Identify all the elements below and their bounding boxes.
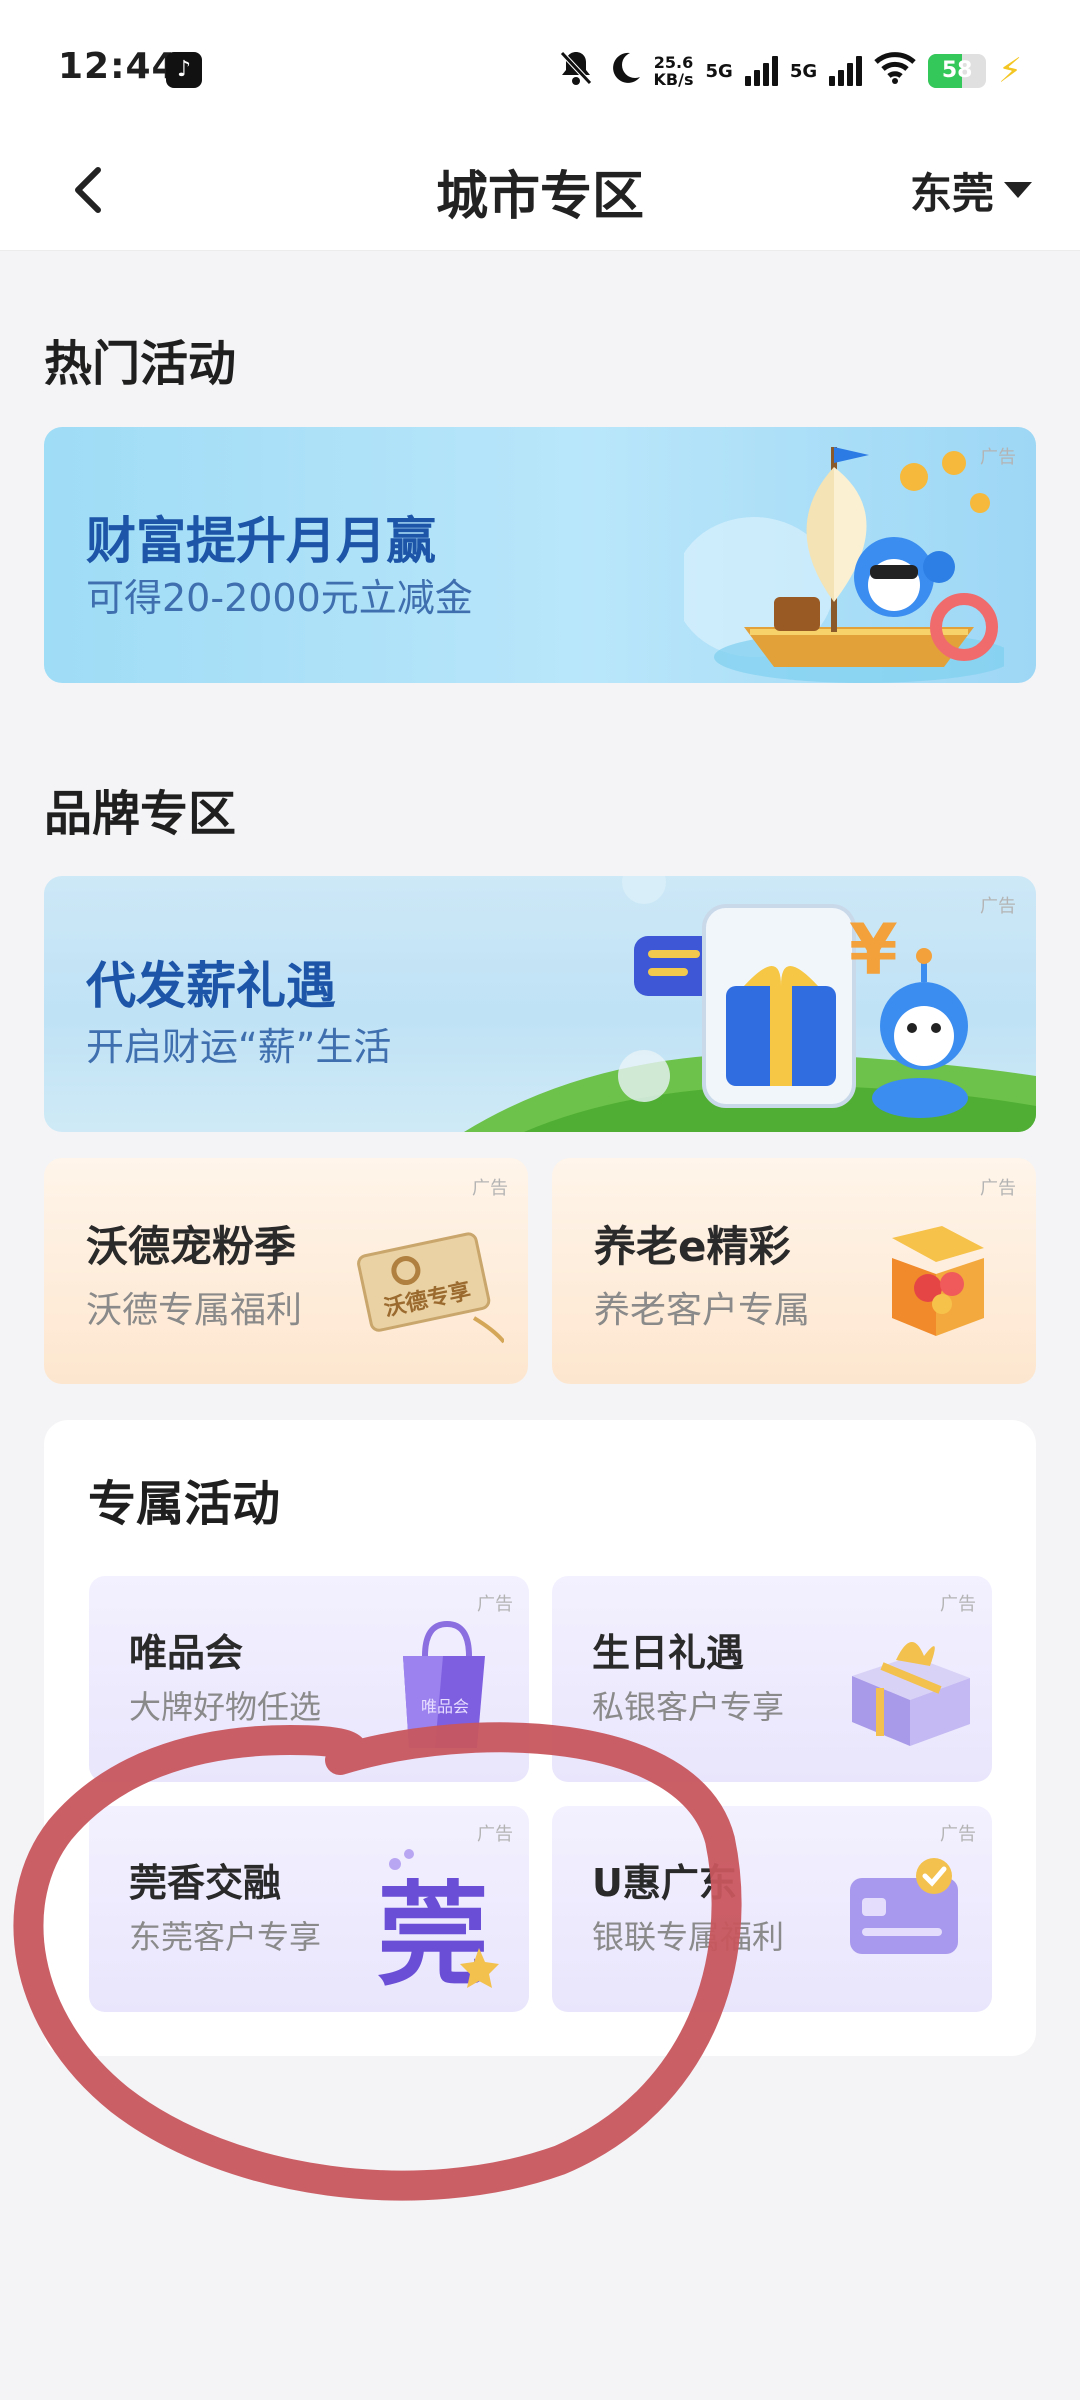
ad-tag: 广告 xyxy=(980,1178,1016,1199)
section-title-exclusive: 专属活动 xyxy=(88,1476,281,1532)
credit-card-icon xyxy=(850,1858,958,1954)
tiktok-notification-icon: ♪ xyxy=(166,52,202,88)
svg-text:¥: ¥ xyxy=(849,909,898,991)
payroll-banner[interactable]: 代发薪礼遇 开启财运“薪”生活 广告 ¥ xyxy=(44,876,1036,1132)
net-speed: 25.6 KB/s xyxy=(654,54,694,88)
tile-subtitle: 东莞客户专享 xyxy=(129,1918,322,1956)
tile-title: 生日礼遇 xyxy=(592,1631,745,1675)
tile-title: 唯品会 xyxy=(129,1631,244,1675)
signal-bars-1-icon xyxy=(744,56,778,86)
bell-muted-icon xyxy=(558,49,594,94)
tile-title: 莞香交融 xyxy=(129,1861,282,1905)
section-title-brand: 品牌专区 xyxy=(44,786,237,842)
city-selector-label: 东莞 xyxy=(909,168,994,218)
status-time: 12:44 xyxy=(58,46,178,87)
ad-tag: 广告 xyxy=(477,1594,513,1615)
tile-unionpay[interactable]: U惠广东 银联专属福利 广告 xyxy=(552,1806,992,2012)
wealth-banner[interactable]: 财富提升月月赢 可得20-2000元立减金 广告 xyxy=(44,427,1036,683)
promo-title: 沃德宠粉季 xyxy=(86,1222,297,1271)
city-selector[interactable]: 东莞 xyxy=(910,160,1032,220)
ad-tag: 广告 xyxy=(472,1178,508,1199)
promo-card-elderly[interactable]: 养老e精彩 养老客户专属 广告 xyxy=(552,1158,1036,1384)
section-title-hot: 热门活动 xyxy=(44,336,237,392)
tile-subtitle: 私银客户专享 xyxy=(592,1688,785,1726)
battery-icon: 58 xyxy=(928,54,987,88)
gift-box-hearts-icon xyxy=(892,1226,984,1336)
gift-mascot-illustration: ¥ xyxy=(464,876,1036,1132)
promo-title: 养老e精彩 xyxy=(594,1222,791,1271)
tile-title: U惠广东 xyxy=(592,1861,737,1905)
promo-subtitle: 沃德专属福利 xyxy=(86,1290,303,1331)
signal-bars-2-icon xyxy=(829,56,863,86)
net-speed-value: 25.6 xyxy=(653,53,694,72)
moon-icon xyxy=(606,49,642,94)
promo-card-wode[interactable]: 沃德宠粉季 沃德专属福利 广告 沃德专享 xyxy=(44,1158,528,1384)
tile-birthday[interactable]: 生日礼遇 私银客户专享 广告 xyxy=(552,1576,992,1782)
gift-box-icon xyxy=(852,1641,970,1746)
tile-dongguan[interactable]: 莞香交融 东莞客户专享 广告 莞 xyxy=(89,1806,529,2012)
network-type-2: 5G xyxy=(789,60,818,82)
ad-tag: 广告 xyxy=(940,1594,976,1615)
charging-bolt-icon: ⚡ xyxy=(998,51,1022,91)
wifi-icon xyxy=(874,51,916,92)
banner-title: 财富提升月月赢 xyxy=(86,512,436,570)
bag-art-label: 唯品会 xyxy=(421,1697,469,1716)
network-type-1: 5G xyxy=(705,60,733,82)
tile-subtitle: 大牌好物任选 xyxy=(129,1688,322,1726)
tile-vip-shop[interactable]: 唯品会 大牌好物任选 广告 唯品会 xyxy=(89,1576,529,1782)
nav-bar: 城市专区 东莞 xyxy=(0,130,1080,251)
guan-character-icon: 莞 xyxy=(377,1849,499,1996)
exclusive-activities-card: 专属活动 唯品会 大牌好物任选 广告 唯品会 生日礼遇 私银客户专享 广告 莞香… xyxy=(44,1420,1036,2056)
promo-subtitle: 养老客户专属 xyxy=(594,1290,811,1331)
caret-down-icon xyxy=(1004,182,1032,198)
shopping-bag-icon: 唯品会 xyxy=(403,1620,485,1748)
wode-card-illustration: 沃德专享 xyxy=(357,1232,504,1344)
battery-level: 58 xyxy=(941,58,973,83)
banner-subtitle: 可得20-2000元立减金 xyxy=(86,576,473,620)
tile-subtitle: 银联专属福利 xyxy=(592,1918,785,1956)
ad-tag: 广告 xyxy=(940,1824,976,1845)
net-speed-unit: KB/s xyxy=(653,70,694,89)
status-icons: 25.6 KB/s 5G 5G 58 ⚡ xyxy=(558,48,1022,94)
status-bar: 12:44 ♪ 25.6 KB/s 5G 5G 58 ⚡ xyxy=(0,0,1080,130)
mascot-sailboat-illustration xyxy=(684,447,1004,683)
